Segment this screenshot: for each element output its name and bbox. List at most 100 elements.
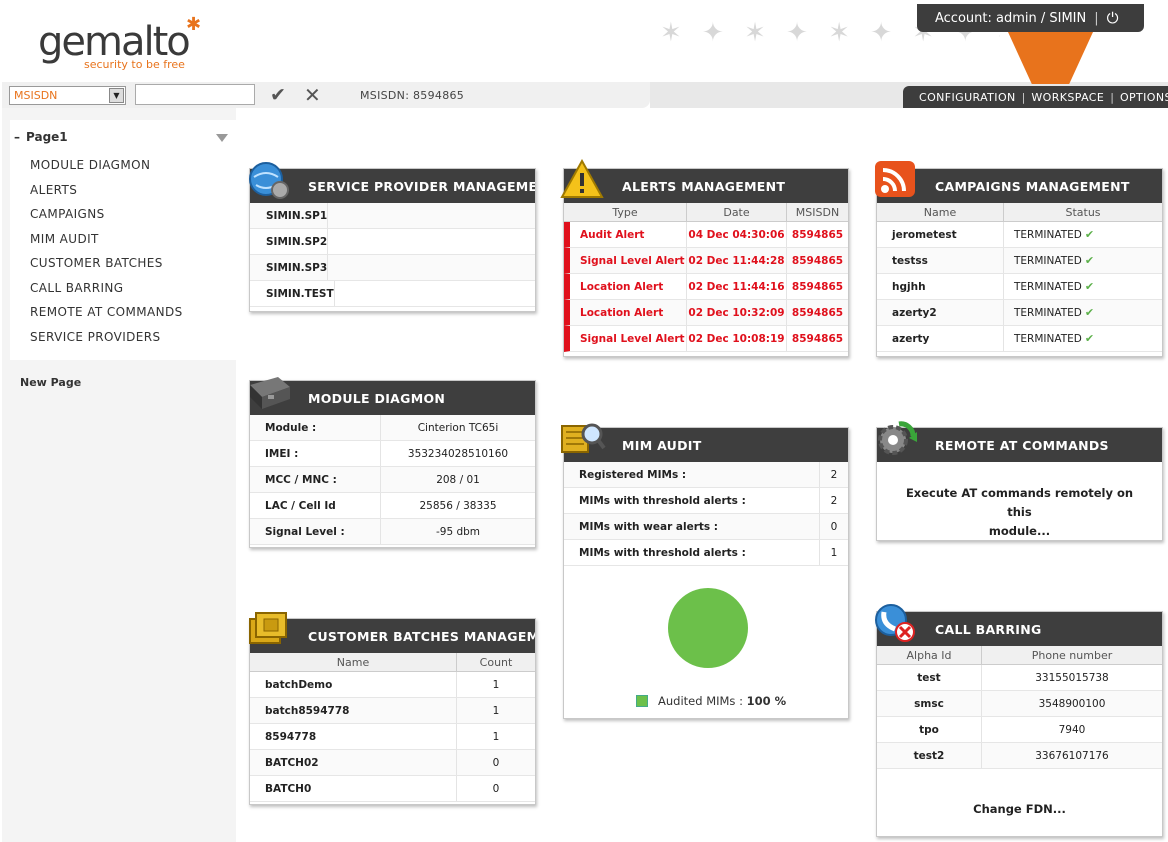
table-row: MIMs with threshold alerts : 2 <box>564 488 848 514</box>
field-value: -95 dbm <box>435 525 481 538</box>
table-row[interactable]: azerty TERMINATED ✔ <box>877 326 1162 352</box>
column-header-msisdn: MSISDN <box>795 205 840 219</box>
confirm-check-icon[interactable]: ✔ <box>270 84 286 106</box>
table-row[interactable]: batchDemo 1 <box>250 672 535 698</box>
sim-cards-icon <box>249 612 287 644</box>
panel-title: REMOTE AT COMMANDS <box>877 428 1162 462</box>
table-row[interactable]: 8594778 1 <box>250 724 535 750</box>
new-page-link[interactable]: New Page <box>20 376 81 389</box>
search-input[interactable] <box>135 84 255 105</box>
table-row[interactable]: Signal Level Alert 02 Dec 11:44:28 85948… <box>564 248 848 274</box>
remote-at-panel: REMOTE AT COMMANDS Execute AT commands r… <box>876 421 1163 541</box>
decorative-orange-shape <box>1008 32 1093 84</box>
nav-options[interactable]: OPTIONS <box>1114 91 1168 104</box>
table-row[interactable]: smsc 3548900100 <box>877 691 1162 717</box>
alert-date: 02 Dec 11:44:16 <box>687 274 787 299</box>
panel-title: CALL BARRING <box>877 612 1162 646</box>
nav-workspace[interactable]: WORKSPACE <box>1025 91 1110 104</box>
panel-title: MODULE DIAGMON <box>250 381 535 415</box>
table-row[interactable]: testss TERMINATED ✔ <box>877 248 1162 274</box>
list-item[interactable]: SIMIN.TEST <box>250 281 535 307</box>
page-dropdown-triangle-icon[interactable] <box>216 134 228 142</box>
sidebar-item-remote-at-commands[interactable]: REMOTE AT COMMANDS <box>30 305 183 330</box>
account-label: Account: admin / SIMIN <box>935 10 1087 26</box>
sidebar-item-customer-batches[interactable]: CUSTOMER BATCHES <box>30 256 183 281</box>
list-item[interactable]: SIMIN.SP1 <box>250 203 535 229</box>
mim-stats-table: Registered MIMs : 2 MIMs with threshold a… <box>564 462 848 566</box>
account-bar: Account: admin / SIMIN | ⏻ <box>917 4 1144 32</box>
table-row: LAC / Cell Id 25856 / 38335 <box>250 493 535 519</box>
legend-swatch <box>636 695 648 707</box>
table-row[interactable]: Audit Alert 04 Dec 04:30:06 8594865 <box>564 222 848 248</box>
field-value: Cinterion TC65i <box>417 421 499 434</box>
alpha-id: smsc <box>877 691 982 716</box>
sidebar-item-mim-audit[interactable]: MIM AUDIT <box>30 232 183 257</box>
alpha-id: test <box>877 665 982 690</box>
gemalto-logo[interactable]: gemalto ✱ security to be free <box>38 14 201 71</box>
remote-at-message[interactable]: Execute AT commands remotely on this mod… <box>897 484 1142 541</box>
stat-value: 1 <box>830 546 838 559</box>
customer-batches-panel: CUSTOMER BATCHES MANAGEMENT Name Count b… <box>249 612 536 805</box>
alert-date: 02 Dec 11:44:28 <box>687 248 787 273</box>
chevron-down-icon[interactable]: ▼ <box>109 88 124 103</box>
sidebar-item-campaigns[interactable]: CAMPAIGNS <box>30 207 183 232</box>
column-header-count: Count <box>479 655 513 669</box>
alert-date: 02 Dec 10:08:19 <box>687 326 787 351</box>
sidebar-item-service-providers[interactable]: SERVICE PROVIDERS <box>30 330 183 355</box>
page-tree: – Page1 MODULE DIAGMON ALERTS CAMPAIGNS M… <box>10 120 238 360</box>
table-row[interactable]: azerty2 TERMINATED ✔ <box>877 300 1162 326</box>
field-value: 353234028510160 <box>407 447 509 460</box>
table-row[interactable]: tpo 7940 <box>877 717 1162 743</box>
call-barring-table: Alpha Id Phone number test 33155015738 sm… <box>877 646 1162 769</box>
clear-x-icon[interactable]: ✕ <box>304 83 321 107</box>
warning-icon <box>560 159 604 198</box>
campaign-status: TERMINATED <box>1014 228 1082 241</box>
field-label: IMEI : <box>250 441 381 466</box>
pie-slice-audited-mims[interactable] <box>668 588 748 668</box>
table-row: MIMs with wear alerts : 0 <box>564 514 848 540</box>
table-row[interactable]: Location Alert 02 Dec 10:32:09 8594865 <box>564 300 848 326</box>
table-row: MCC / MNC : 208 / 01 <box>250 467 535 493</box>
field-value: 25856 / 38335 <box>419 499 497 512</box>
sidebar: – Page1 MODULE DIAGMON ALERTS CAMPAIGNS M… <box>2 108 238 842</box>
table-row: Module : Cinterion TC65i <box>250 415 535 441</box>
campaign-status: TERMINATED <box>1014 332 1082 345</box>
table-header: Type Date MSISDN <box>564 203 848 222</box>
stat-value: 2 <box>830 468 838 481</box>
batch-name: batchDemo <box>250 672 457 697</box>
field-label: MCC / MNC : <box>250 467 381 492</box>
list-item[interactable]: SIMIN.SP2 <box>250 229 535 255</box>
check-icon: ✔ <box>1084 254 1095 267</box>
table-row[interactable]: BATCH02 0 <box>250 750 535 776</box>
gsm-modem-icon <box>250 377 290 409</box>
provider-name: SIMIN.SP1 <box>250 203 329 228</box>
table-row[interactable]: hgjhh TERMINATED ✔ <box>877 274 1162 300</box>
sidebar-item-alerts[interactable]: ALERTS <box>30 183 183 208</box>
table-row[interactable]: test 33155015738 <box>877 665 1162 691</box>
table-row[interactable]: Signal Level Alert 02 Dec 10:08:19 85948… <box>564 326 848 352</box>
table-row[interactable]: batch8594778 1 <box>250 698 535 724</box>
rss-feed-icon <box>875 161 915 197</box>
campaign-name: jerometest <box>877 222 1004 247</box>
nav-configuration[interactable]: CONFIGURATION <box>913 91 1022 104</box>
search-type-value: MSISDN <box>14 89 58 102</box>
collapse-minus-icon[interactable]: – <box>14 130 20 144</box>
page-header[interactable]: – Page1 <box>14 130 68 144</box>
sim-magnifier-icon <box>561 423 606 453</box>
column-header-type: Type <box>564 203 687 221</box>
search-type-select[interactable]: MSISDN ▼ <box>9 86 126 105</box>
change-fdn-link[interactable]: Change FDN... <box>897 800 1142 819</box>
table-row[interactable]: Location Alert 02 Dec 11:44:16 8594865 <box>564 274 848 300</box>
service-provider-panel: SERVICE PROVIDER MANAGEMENT SIMIN.SP1 SI… <box>249 162 536 312</box>
table-row[interactable]: test2 33676107176 <box>877 743 1162 769</box>
campaign-name: testss <box>877 248 1004 273</box>
campaign-status: TERMINATED <box>1014 280 1082 293</box>
table-row[interactable]: jerometest TERMINATED ✔ <box>877 222 1162 248</box>
sidebar-item-call-barring[interactable]: CALL BARRING <box>30 281 183 306</box>
table-header: Name Status <box>877 203 1162 222</box>
table-row[interactable]: BATCH0 0 <box>250 776 535 802</box>
list-item[interactable]: SIMIN.SP3 <box>250 255 535 281</box>
remote-at-line1: Execute AT commands remotely on this <box>905 486 1134 519</box>
sidebar-item-module-diagmon[interactable]: MODULE DIAGMON <box>30 158 183 183</box>
power-icon[interactable]: ⏻ <box>1107 9 1119 27</box>
